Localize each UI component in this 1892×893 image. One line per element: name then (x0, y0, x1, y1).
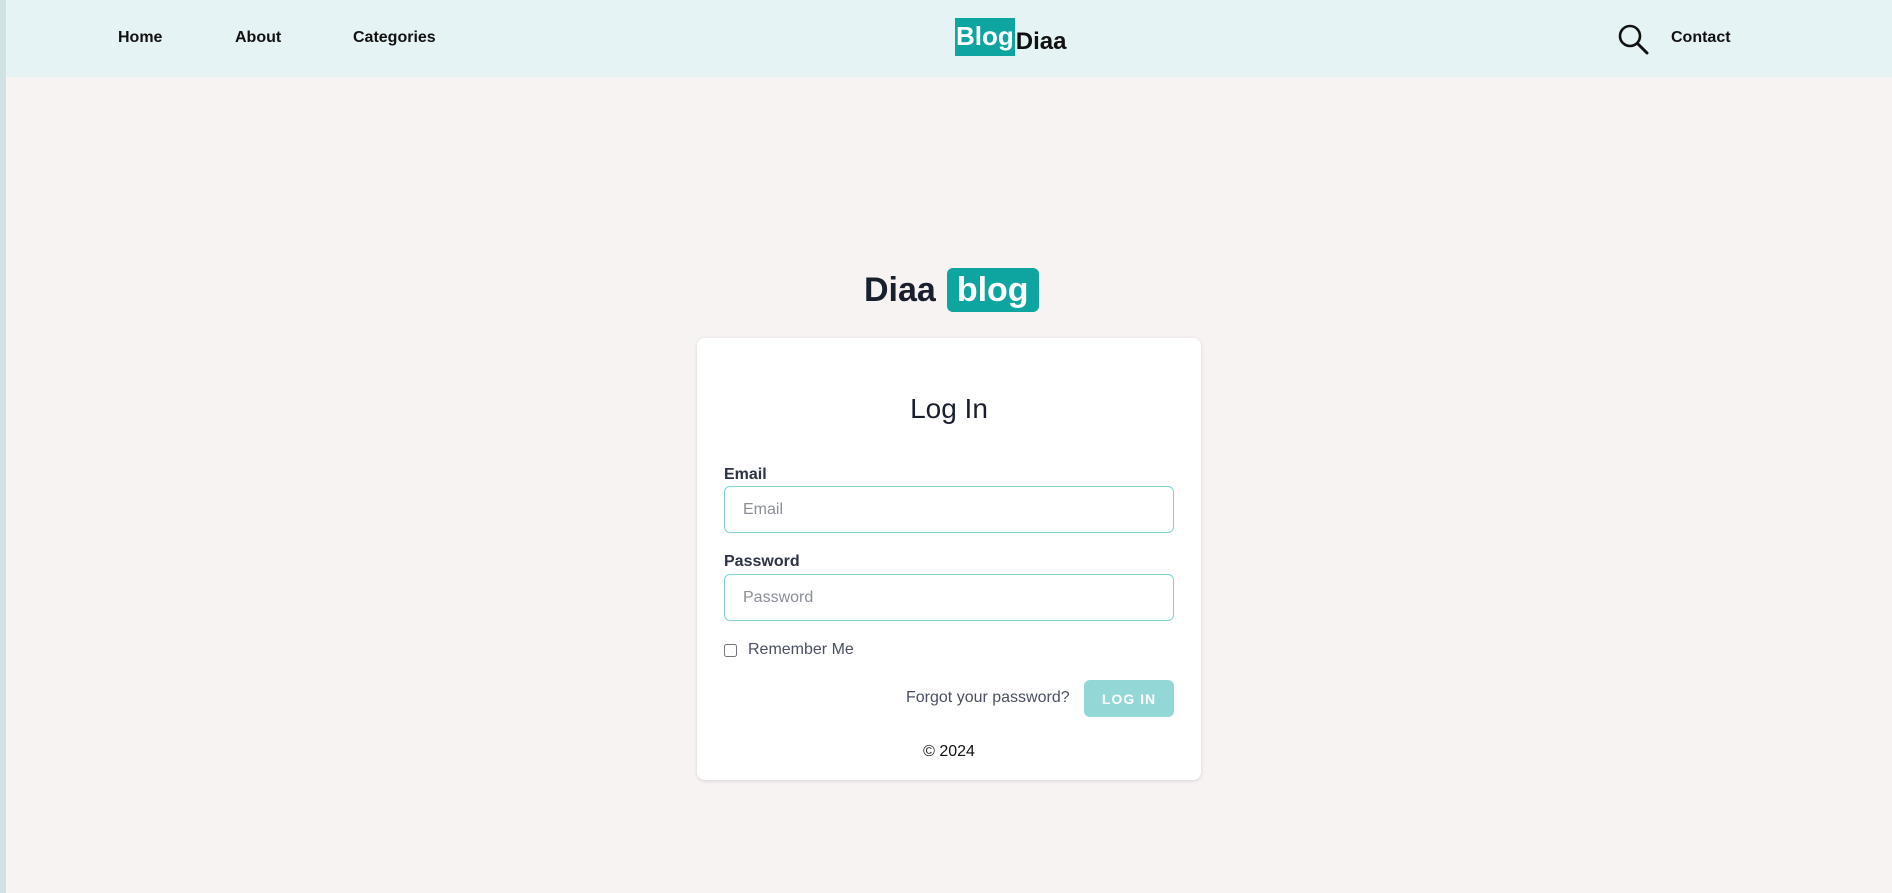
remember-me-row: Remember Me (724, 641, 854, 659)
nav-link-about[interactable]: About (235, 29, 281, 47)
login-card: Log In Email Password Remember Me Forgot… (697, 338, 1201, 780)
email-field[interactable] (724, 486, 1174, 533)
email-label: Email (724, 466, 767, 483)
login-title: Log In (910, 393, 988, 424)
brand-logo-text: Diaa (1015, 28, 1067, 55)
top-navbar: Home About Categories Blog Diaa Contact (6, 0, 1892, 77)
remember-me-label[interactable]: Remember Me (748, 641, 854, 659)
nav-link-contact[interactable]: Contact (1671, 29, 1731, 47)
logo-badge: blog (946, 268, 1039, 312)
site-logo: Diaa blog (864, 268, 1039, 312)
password-label: Password (724, 553, 800, 570)
brand-logo-link[interactable]: Blog Diaa (955, 18, 1066, 56)
remember-me-checkbox[interactable] (724, 643, 737, 657)
nav-link-home[interactable]: Home (118, 29, 162, 47)
forgot-password-link[interactable]: Forgot your password? (906, 689, 1070, 707)
nav-link-categories[interactable]: Categories (353, 29, 436, 47)
window-edge (0, 0, 6, 893)
login-button[interactable]: LOG IN (1084, 680, 1174, 717)
brand-logo-box: Blog (955, 18, 1015, 56)
password-field[interactable] (724, 574, 1174, 621)
logo-word: Diaa (864, 270, 936, 309)
copyright-text: © 2024 (923, 743, 975, 760)
search-icon[interactable] (1616, 22, 1650, 56)
